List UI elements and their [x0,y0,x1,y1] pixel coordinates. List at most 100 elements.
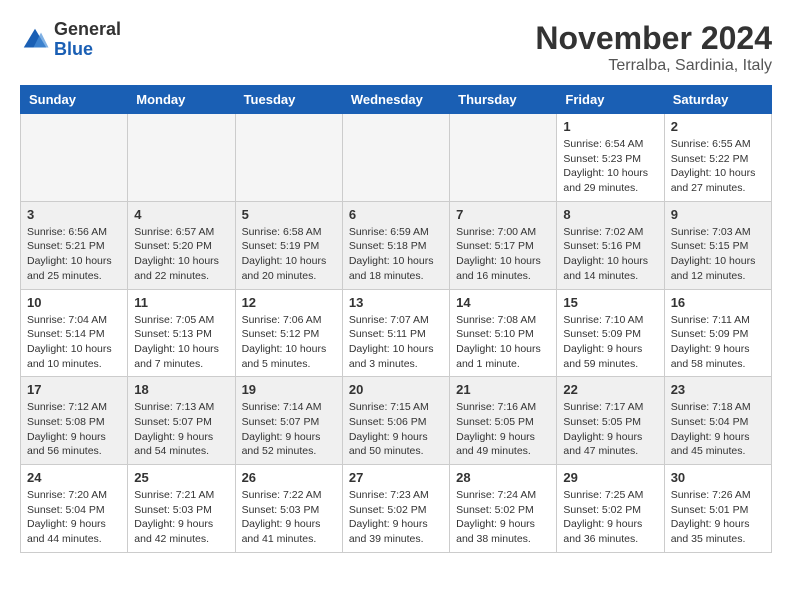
day-info: Sunrise: 6:55 AM Sunset: 5:22 PM Dayligh… [671,137,765,196]
day-cell: 22 Sunrise: 7:17 AM Sunset: 5:05 PM Dayli… [557,377,664,465]
day-info: Sunrise: 7:08 AM Sunset: 5:10 PM Dayligh… [456,313,550,372]
logo-text: General Blue [54,20,121,60]
day-number: 13 [349,295,443,310]
day-info: Sunrise: 6:58 AM Sunset: 5:19 PM Dayligh… [242,225,336,284]
weekday-header-thursday: Thursday [450,86,557,114]
day-cell: 21 Sunrise: 7:16 AM Sunset: 5:05 PM Dayli… [450,377,557,465]
day-info: Sunrise: 7:23 AM Sunset: 5:02 PM Dayligh… [349,488,443,547]
day-cell: 6 Sunrise: 6:59 AM Sunset: 5:18 PM Daylig… [342,201,449,289]
day-info: Sunrise: 7:20 AM Sunset: 5:04 PM Dayligh… [27,488,121,547]
day-number: 5 [242,207,336,222]
day-cell: 16 Sunrise: 7:11 AM Sunset: 5:09 PM Dayli… [664,289,771,377]
month-title: November 2024 [535,20,772,57]
day-info: Sunrise: 7:18 AM Sunset: 5:04 PM Dayligh… [671,400,765,459]
day-cell: 4 Sunrise: 6:57 AM Sunset: 5:20 PM Daylig… [128,201,235,289]
weekday-header-saturday: Saturday [664,86,771,114]
weekday-header-tuesday: Tuesday [235,86,342,114]
day-cell: 14 Sunrise: 7:08 AM Sunset: 5:10 PM Dayli… [450,289,557,377]
day-cell: 2 Sunrise: 6:55 AM Sunset: 5:22 PM Daylig… [664,114,771,202]
logo: General Blue [20,20,121,60]
day-number: 11 [134,295,228,310]
day-number: 2 [671,119,765,134]
day-cell: 1 Sunrise: 6:54 AM Sunset: 5:23 PM Daylig… [557,114,664,202]
weekday-header-friday: Friday [557,86,664,114]
calendar-table: SundayMondayTuesdayWednesdayThursdayFrid… [20,85,772,553]
weekday-header-monday: Monday [128,86,235,114]
day-info: Sunrise: 7:07 AM Sunset: 5:11 PM Dayligh… [349,313,443,372]
week-row-1: 1 Sunrise: 6:54 AM Sunset: 5:23 PM Daylig… [21,114,772,202]
week-row-5: 24 Sunrise: 7:20 AM Sunset: 5:04 PM Dayli… [21,465,772,553]
day-cell [21,114,128,202]
day-info: Sunrise: 7:06 AM Sunset: 5:12 PM Dayligh… [242,313,336,372]
day-info: Sunrise: 6:54 AM Sunset: 5:23 PM Dayligh… [563,137,657,196]
day-info: Sunrise: 6:56 AM Sunset: 5:21 PM Dayligh… [27,225,121,284]
logo-blue-text: Blue [54,39,93,59]
day-info: Sunrise: 7:05 AM Sunset: 5:13 PM Dayligh… [134,313,228,372]
day-info: Sunrise: 7:14 AM Sunset: 5:07 PM Dayligh… [242,400,336,459]
day-number: 3 [27,207,121,222]
day-number: 23 [671,382,765,397]
day-info: Sunrise: 6:59 AM Sunset: 5:18 PM Dayligh… [349,225,443,284]
day-info: Sunrise: 7:17 AM Sunset: 5:05 PM Dayligh… [563,400,657,459]
day-cell: 3 Sunrise: 6:56 AM Sunset: 5:21 PM Daylig… [21,201,128,289]
day-number: 20 [349,382,443,397]
day-number: 27 [349,470,443,485]
day-cell [342,114,449,202]
day-cell: 10 Sunrise: 7:04 AM Sunset: 5:14 PM Dayli… [21,289,128,377]
page-header: General Blue November 2024 Terralba, Sar… [20,20,772,75]
day-cell: 5 Sunrise: 6:58 AM Sunset: 5:19 PM Daylig… [235,201,342,289]
weekday-header-row: SundayMondayTuesdayWednesdayThursdayFrid… [21,86,772,114]
day-cell: 29Sunrise: 7:25 AM Sunset: 5:02 PM Dayli… [557,465,664,553]
logo-icon [20,25,50,55]
day-info: Sunrise: 7:22 AM Sunset: 5:03 PM Dayligh… [242,488,336,547]
day-info: Sunrise: 7:10 AM Sunset: 5:09 PM Dayligh… [563,313,657,372]
day-number: 30 [671,470,765,485]
day-cell: 8Sunrise: 7:02 AM Sunset: 5:16 PM Daylig… [557,201,664,289]
day-number: 1 [563,119,657,134]
day-cell [128,114,235,202]
day-number: 28 [456,470,550,485]
day-cell: 15 Sunrise: 7:10 AM Sunset: 5:09 PM Dayli… [557,289,664,377]
day-number: 10 [27,295,121,310]
day-cell: 20 Sunrise: 7:15 AM Sunset: 5:06 PM Dayli… [342,377,449,465]
day-cell: 25 Sunrise: 7:21 AM Sunset: 5:03 PM Dayli… [128,465,235,553]
day-number: 18 [134,382,228,397]
day-number: 16 [671,295,765,310]
day-cell: 24 Sunrise: 7:20 AM Sunset: 5:04 PM Dayli… [21,465,128,553]
day-info: Sunrise: 7:00 AM Sunset: 5:17 PM Dayligh… [456,225,550,284]
day-cell: 17Sunrise: 7:12 AM Sunset: 5:08 PM Dayli… [21,377,128,465]
day-number: 25 [134,470,228,485]
week-row-4: 17Sunrise: 7:12 AM Sunset: 5:08 PM Dayli… [21,377,772,465]
day-info: Sunrise: 7:15 AM Sunset: 5:06 PM Dayligh… [349,400,443,459]
day-info: Sunrise: 7:13 AM Sunset: 5:07 PM Dayligh… [134,400,228,459]
day-number: 21 [456,382,550,397]
day-info: Sunrise: 7:21 AM Sunset: 5:03 PM Dayligh… [134,488,228,547]
day-number: 26 [242,470,336,485]
day-number: 12 [242,295,336,310]
day-number: 24 [27,470,121,485]
week-row-3: 10 Sunrise: 7:04 AM Sunset: 5:14 PM Dayli… [21,289,772,377]
day-cell: 9Sunrise: 7:03 AM Sunset: 5:15 PM Daylig… [664,201,771,289]
day-cell: 28 Sunrise: 7:24 AM Sunset: 5:02 PM Dayli… [450,465,557,553]
weekday-header-sunday: Sunday [21,86,128,114]
day-info: Sunrise: 7:24 AM Sunset: 5:02 PM Dayligh… [456,488,550,547]
day-number: 15 [563,295,657,310]
day-number: 4 [134,207,228,222]
day-number: 29 [563,470,657,485]
day-info: Sunrise: 7:16 AM Sunset: 5:05 PM Dayligh… [456,400,550,459]
day-number: 7 [456,207,550,222]
day-cell: 27 Sunrise: 7:23 AM Sunset: 5:02 PM Dayli… [342,465,449,553]
day-info: Sunrise: 7:26 AM Sunset: 5:01 PM Dayligh… [671,488,765,547]
day-info: Sunrise: 7:04 AM Sunset: 5:14 PM Dayligh… [27,313,121,372]
day-number: 22 [563,382,657,397]
day-number: 19 [242,382,336,397]
day-cell [450,114,557,202]
day-cell: 13 Sunrise: 7:07 AM Sunset: 5:11 PM Dayli… [342,289,449,377]
day-number: 6 [349,207,443,222]
day-info: Sunrise: 7:12 AM Sunset: 5:08 PM Dayligh… [27,400,121,459]
day-number: 8 [563,207,657,222]
day-number: 14 [456,295,550,310]
day-info: Sunrise: 6:57 AM Sunset: 5:20 PM Dayligh… [134,225,228,284]
day-info: Sunrise: 7:11 AM Sunset: 5:09 PM Dayligh… [671,313,765,372]
logo-general-text: General [54,19,121,39]
